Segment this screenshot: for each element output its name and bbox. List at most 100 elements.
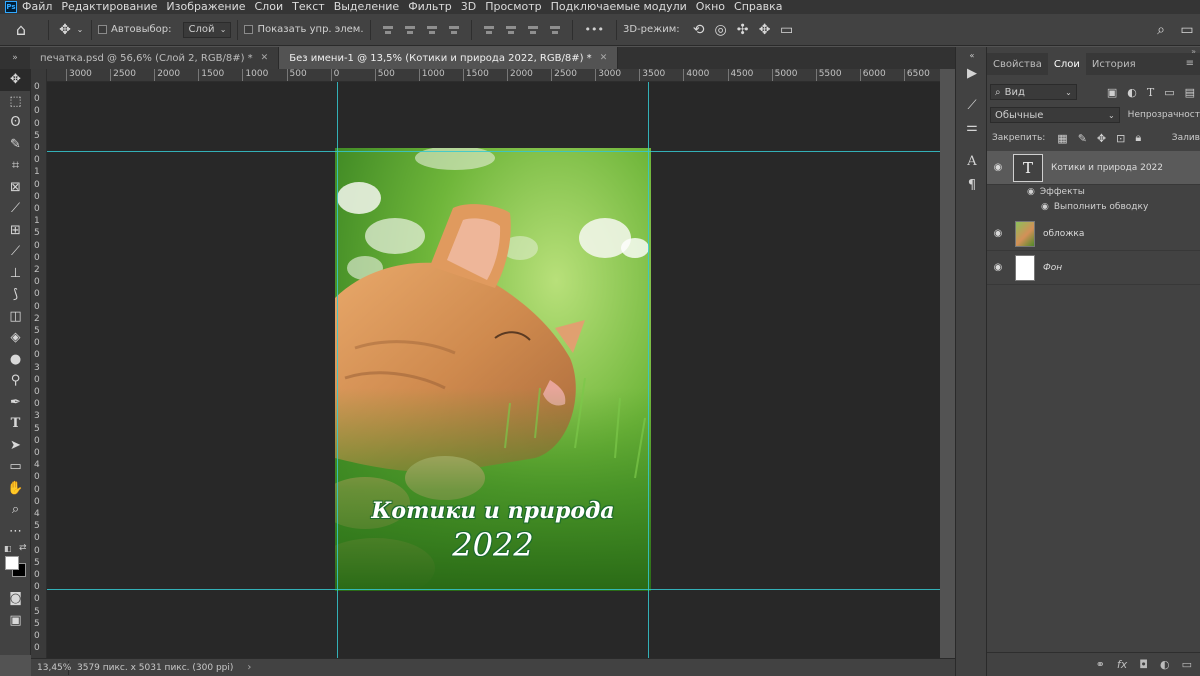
lock-all-icon[interactable]: 🔒︎ bbox=[1135, 131, 1141, 145]
clone-stamp-tool-icon[interactable]: ⊥ bbox=[0, 263, 31, 285]
play-icon[interactable]: ▶ bbox=[962, 65, 982, 83]
layer-background[interactable]: ◉ Фон bbox=[987, 251, 1200, 285]
autoselect-dropdown[interactable]: Слой ⌄ bbox=[183, 21, 232, 38]
menu-view[interactable]: Просмотр bbox=[485, 0, 541, 14]
filter-type-icon[interactable]: T bbox=[1147, 86, 1154, 99]
align-bottom-icon[interactable] bbox=[526, 24, 540, 36]
menu-3d[interactable]: 3D bbox=[461, 0, 476, 14]
canvas-area[interactable]: Котики и природа 2022 bbox=[47, 82, 940, 658]
filter-shape-icon[interactable]: ▭ bbox=[1164, 86, 1174, 99]
brush-settings-icon[interactable]: ⟋ bbox=[962, 97, 982, 115]
show-controls-checkbox[interactable] bbox=[244, 25, 254, 34]
filter-adjustment-icon[interactable]: ◐ bbox=[1127, 86, 1137, 99]
hand-tool-icon[interactable]: ✋ bbox=[0, 478, 31, 500]
visibility-eye-icon[interactable]: ◉ bbox=[987, 228, 1009, 239]
visibility-eye-icon[interactable]: ◉ bbox=[1041, 202, 1049, 212]
close-icon[interactable]: ✕ bbox=[600, 53, 608, 63]
menu-help[interactable]: Справка bbox=[734, 0, 782, 14]
guide-horizontal-top[interactable] bbox=[47, 151, 940, 152]
align-top-icon[interactable] bbox=[482, 24, 496, 36]
menu-edit[interactable]: Редактирование bbox=[61, 0, 157, 14]
lasso-tool-icon[interactable]: ʘ bbox=[0, 112, 31, 134]
align-hcenter-icon[interactable] bbox=[403, 24, 417, 36]
adjustments-icon[interactable]: ⚌ bbox=[962, 119, 982, 137]
home-icon[interactable]: ⌂ bbox=[0, 20, 42, 39]
menu-image[interactable]: Изображение bbox=[166, 0, 245, 14]
quick-mask-icon[interactable]: ◙ bbox=[0, 588, 31, 610]
swap-colors-icon[interactable]: ⇄ bbox=[19, 543, 27, 553]
slide-3d-icon[interactable]: ✥ bbox=[754, 22, 776, 38]
roll-3d-icon[interactable]: ◎ bbox=[710, 22, 732, 38]
rectangle-tool-icon[interactable]: ▭ bbox=[0, 456, 31, 478]
menu-file[interactable]: Файл bbox=[22, 0, 52, 14]
search-icon[interactable]: ⌕ bbox=[1148, 22, 1174, 38]
foreground-color-swatch[interactable] bbox=[5, 556, 19, 570]
menu-plugins[interactable]: Подключаемые модули bbox=[551, 0, 687, 14]
eyedropper-tool-icon[interactable]: ⟋ bbox=[0, 198, 31, 220]
orbit-3d-icon[interactable]: ⟲ bbox=[688, 22, 710, 38]
default-colors-icon[interactable]: ◧ bbox=[4, 544, 12, 553]
eraser-tool-icon[interactable]: ◫ bbox=[0, 306, 31, 328]
quick-select-tool-icon[interactable]: ✎ bbox=[0, 134, 31, 156]
filter-kind-dropdown[interactable]: ⌕ Вид ⌄ bbox=[990, 84, 1077, 100]
align-right-icon[interactable] bbox=[425, 24, 439, 36]
lock-position-icon[interactable]: ✥ bbox=[1097, 132, 1106, 145]
history-brush-tool-icon[interactable]: ⟆ bbox=[0, 284, 31, 306]
chevron-down-icon[interactable]: ⌄ bbox=[75, 25, 85, 34]
screen-mode-icon[interactable]: ▣ bbox=[0, 610, 31, 632]
cover-image[interactable]: Котики и природа 2022 bbox=[335, 148, 651, 591]
healing-brush-tool-icon[interactable]: ⊞ bbox=[0, 220, 31, 242]
close-icon[interactable]: ✕ bbox=[261, 53, 269, 63]
move-tool-icon[interactable]: ✥ bbox=[0, 69, 31, 91]
path-selection-tool-icon[interactable]: ➤ bbox=[0, 435, 31, 457]
paragraph-icon[interactable]: ¶ bbox=[962, 177, 982, 195]
drag-3d-icon[interactable]: ✣ bbox=[732, 22, 754, 38]
marquee-tool-icon[interactable]: ⬚ bbox=[0, 91, 31, 113]
tab-layers[interactable]: Слои bbox=[1047, 53, 1086, 75]
frame-tool-icon[interactable]: ⊠ bbox=[0, 177, 31, 199]
menu-filter[interactable]: Фильтр bbox=[408, 0, 452, 14]
autoselect-checkbox[interactable] bbox=[98, 25, 107, 34]
collapse-toolbar-icon[interactable]: » bbox=[0, 47, 30, 69]
menu-select[interactable]: Выделение bbox=[334, 0, 400, 14]
zoom-level[interactable]: 13,45% bbox=[31, 660, 71, 675]
visibility-eye-icon[interactable]: ◉ bbox=[987, 162, 1009, 173]
dodge-tool-icon[interactable]: ⚲ bbox=[0, 370, 31, 392]
move-tool-icon[interactable]: ✥ bbox=[55, 22, 75, 38]
workspace-icon[interactable]: ▭ bbox=[1174, 22, 1200, 38]
lock-transparency-icon[interactable]: ▦ bbox=[1057, 132, 1067, 145]
layer-style-icon[interactable]: fx bbox=[1117, 658, 1127, 671]
align-vcenter-icon[interactable] bbox=[504, 24, 518, 36]
visibility-eye-icon[interactable]: ◉ bbox=[1027, 187, 1035, 197]
crop-tool-icon[interactable]: ⌗ bbox=[0, 155, 31, 177]
panel-menu-icon[interactable]: ≡ bbox=[1186, 58, 1194, 69]
more-tools-icon[interactable]: ⋯ bbox=[0, 521, 31, 543]
layer-group-icon[interactable]: ▭ bbox=[1182, 658, 1192, 671]
tab-pechatka[interactable]: печатка.psd @ 56,6% (Слой 2, RGB/8#) * ✕ bbox=[30, 47, 280, 69]
blend-mode-dropdown[interactable]: Обычные ⌄ bbox=[990, 107, 1120, 123]
menu-type[interactable]: Текст bbox=[292, 0, 325, 14]
guide-vertical-left[interactable] bbox=[337, 82, 338, 658]
menu-layers[interactable]: Слои bbox=[255, 0, 284, 14]
tab-untitled-1[interactable]: Без имени-1 @ 13,5% (Котики и природа 20… bbox=[279, 47, 619, 69]
visibility-eye-icon[interactable]: ◉ bbox=[987, 262, 1009, 273]
status-menu-arrow[interactable]: › bbox=[247, 662, 251, 673]
adjustment-layer-icon[interactable]: ◐ bbox=[1160, 658, 1170, 671]
layer-text[interactable]: ◉ T Котики и природа 2022 bbox=[987, 151, 1200, 185]
paint-bucket-tool-icon[interactable]: ◈ bbox=[0, 327, 31, 349]
brush-tool-icon[interactable]: ⟋ bbox=[0, 241, 31, 263]
menu-window[interactable]: Окно bbox=[696, 0, 725, 14]
collapse-panels-icon[interactable]: « bbox=[962, 47, 982, 65]
add-mask-icon[interactable]: ◘ bbox=[1139, 658, 1148, 671]
blur-tool-icon[interactable]: ● bbox=[0, 349, 31, 371]
tab-history[interactable]: История bbox=[1086, 53, 1142, 75]
align-left-icon[interactable] bbox=[381, 24, 395, 36]
filter-smart-object-icon[interactable]: ▤ bbox=[1185, 86, 1195, 99]
tab-properties[interactable]: Свойства bbox=[987, 53, 1048, 75]
distribute-icon[interactable] bbox=[447, 24, 461, 36]
pen-tool-icon[interactable]: ✒ bbox=[0, 392, 31, 414]
type-tool-icon[interactable]: T bbox=[0, 413, 31, 435]
distribute-vertical-icon[interactable] bbox=[548, 24, 562, 36]
lock-pixels-icon[interactable]: ✎ bbox=[1078, 132, 1087, 145]
more-options-button[interactable]: ••• bbox=[585, 23, 604, 36]
